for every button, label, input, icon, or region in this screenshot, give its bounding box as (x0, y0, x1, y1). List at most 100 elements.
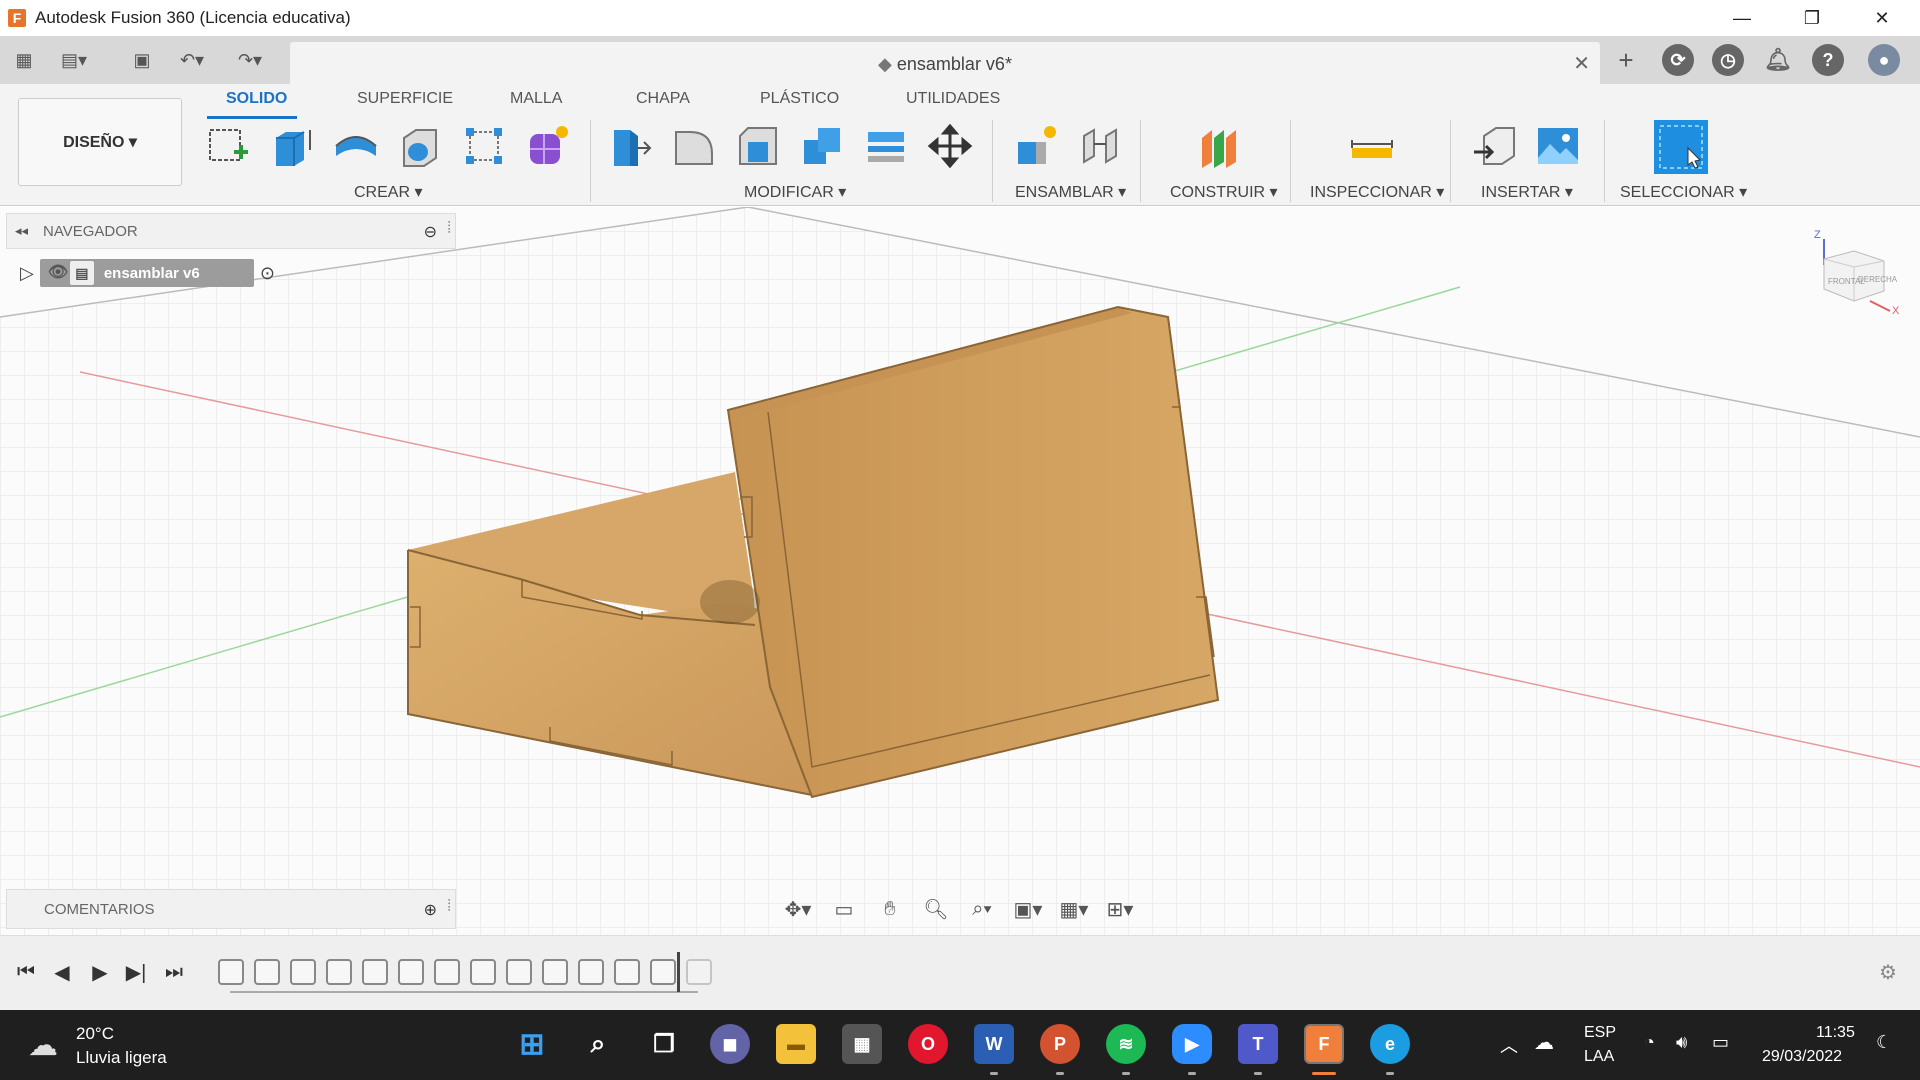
zoom-icon[interactable]: ▶ (1172, 1024, 1212, 1064)
timeline-feature-icon[interactable] (686, 959, 712, 985)
timeline-joint-icon[interactable] (506, 959, 532, 985)
redo-icon[interactable]: ↷▾ (236, 46, 264, 74)
revolve-icon[interactable] (332, 122, 380, 170)
look-at-icon[interactable]: ▭ (826, 895, 862, 923)
move-copy-icon[interactable] (926, 122, 974, 170)
word-icon[interactable]: W (974, 1024, 1014, 1064)
timeline-end-icon[interactable]: ⏭ (160, 958, 188, 986)
chamfer-icon[interactable] (734, 122, 782, 170)
battery-icon[interactable]: ▭ (1712, 1032, 1729, 1053)
maximize-button[interactable]: ❐ (1782, 0, 1842, 36)
close-window-button[interactable]: ✕ (1852, 0, 1912, 36)
tray-chevron-icon[interactable]: ︿ (1500, 1032, 1518, 1058)
group-seleccionar[interactable]: SELECCIONAR ▾ (1620, 182, 1747, 202)
collapse-panel-icon[interactable]: ◂◂ (15, 223, 28, 239)
tab-superficie[interactable]: SUPERFICIE (357, 90, 453, 108)
group-ensamblar[interactable]: ENSAMBLAR ▾ (1015, 182, 1126, 202)
timeline-joint-icon[interactable] (650, 959, 676, 985)
panel-grip-icon[interactable]: ⦙ (447, 220, 451, 238)
panel-grip-icon[interactable]: ⦙ (447, 898, 451, 916)
weather-description[interactable]: Lluvia ligera (76, 1048, 167, 1068)
activate-radio-icon[interactable]: ⊙ (260, 263, 275, 284)
zoom-icon[interactable]: 🔍︎ (918, 895, 954, 923)
start-windows-icon[interactable]: ⊞ (512, 1024, 552, 1064)
orbit-icon[interactable]: ✥▾ (780, 895, 816, 923)
extrude-icon[interactable] (268, 122, 316, 170)
3d-scene[interactable] (0, 207, 1920, 935)
spotify-icon[interactable]: ≋ (1106, 1024, 1146, 1064)
grid-settings-icon[interactable]: ▦▾ (1056, 895, 1092, 923)
timeline-feature-icon[interactable] (614, 959, 640, 985)
timeline-feature-icon[interactable] (218, 959, 244, 985)
input-language[interactable]: ESP (1584, 1024, 1616, 1042)
fit-zoom-icon[interactable]: ⌕▾ (964, 895, 1000, 923)
timeline-joint-icon[interactable] (362, 959, 388, 985)
timeline-marker[interactable] (677, 952, 680, 992)
timeline-play-icon[interactable]: ▶ (86, 958, 114, 986)
volume-icon[interactable]: 🔊︎ (1676, 1032, 1687, 1053)
timeline-feature-icon[interactable] (254, 959, 280, 985)
minimize-button[interactable]: — (1712, 0, 1772, 36)
input-layout[interactable]: LAA (1584, 1048, 1614, 1066)
timeline-feature-icon[interactable] (326, 959, 352, 985)
timeline-joint-icon[interactable] (578, 959, 604, 985)
expand-triangle-icon[interactable]: ▷ (20, 263, 34, 284)
create-sketch-icon[interactable] (204, 122, 252, 170)
shell-icon[interactable] (396, 122, 444, 170)
tab-solido[interactable]: SOLIDO (226, 90, 287, 108)
help-icon[interactable]: ? (1812, 44, 1844, 76)
new-component-icon[interactable] (1012, 122, 1060, 170)
navigator-tree-row[interactable]: ▷ 👁︎ ▤ ensamblar v6 ⊙ (20, 258, 275, 288)
teams-chat-icon[interactable]: ◼ (710, 1024, 750, 1064)
viewports-icon[interactable]: ⊞▾ (1102, 895, 1138, 923)
fillet-icon[interactable] (670, 122, 718, 170)
group-crear[interactable]: CREAR ▾ (354, 182, 422, 202)
pattern-icon[interactable] (460, 122, 508, 170)
data-panel-grid-icon[interactable]: ▦ (10, 46, 38, 74)
teams-icon[interactable]: T (1238, 1024, 1278, 1064)
task-view-icon[interactable]: ❐ (644, 1024, 684, 1064)
wifi-icon[interactable]: ◔ (1644, 1032, 1655, 1053)
navigator-panel-header[interactable]: ◂◂ NAVEGADOR ⊖ ⦙ (6, 213, 456, 249)
add-comment-icon[interactable]: ⊕ (424, 900, 437, 920)
weather-temperature[interactable]: 20°C (76, 1024, 114, 1044)
search-icon[interactable]: ⌕ (578, 1024, 618, 1064)
powerpoint-icon[interactable]: P (1040, 1024, 1080, 1064)
focus-moon-icon[interactable]: ☾ (1876, 1032, 1892, 1053)
timeline-start-icon[interactable]: ⏮ (12, 958, 40, 986)
weather-cloud-icon[interactable]: ☁ (28, 1028, 58, 1063)
tab-chapa[interactable]: CHAPA (636, 90, 690, 108)
navigator-root-node[interactable]: 👁︎ ▤ ensamblar v6 (39, 259, 254, 287)
clock-date[interactable]: 29/03/2022 (1762, 1048, 1842, 1066)
insert-canvas-icon[interactable] (1534, 122, 1582, 170)
viewcube[interactable]: Z X FRONTAL DERECHA (1810, 229, 1900, 319)
pan-hand-icon[interactable]: ✋︎ (872, 895, 908, 923)
comments-panel[interactable]: COMENTARIOS ⊕ ⦙ (6, 889, 456, 929)
timeline-step-forward-icon[interactable]: ▶| (122, 958, 150, 986)
joint-icon[interactable] (1076, 122, 1124, 170)
timeline-settings-gear-icon[interactable]: ⚙ (1874, 958, 1902, 986)
user-avatar[interactable]: ● (1868, 44, 1900, 76)
offset-face-icon[interactable] (862, 122, 910, 170)
timeline-feature-icon[interactable] (398, 959, 424, 985)
save-icon[interactable]: ▣ (128, 46, 156, 74)
file-explorer-icon[interactable]: ▬ (776, 1024, 816, 1064)
fusion360-taskbar-icon[interactable]: F (1304, 1024, 1344, 1064)
group-insertar[interactable]: INSERTAR ▾ (1481, 182, 1573, 202)
offset-plane-icon[interactable] (1196, 122, 1244, 170)
press-pull-icon[interactable] (606, 122, 654, 170)
close-document-button[interactable]: ✕ (1573, 51, 1590, 76)
timeline-feature-icon[interactable] (470, 959, 496, 985)
calculator-icon[interactable]: ▦ (842, 1024, 882, 1064)
group-construir[interactable]: CONSTRUIR ▾ (1170, 182, 1278, 202)
notifications-bell-icon[interactable]: 🔔︎ (1762, 44, 1794, 76)
timeline-step-back-icon[interactable]: ◀ (48, 958, 76, 986)
navigator-toggle-icon[interactable]: ⊖ (424, 222, 437, 242)
tab-utilidades[interactable]: UTILIDADES (906, 90, 1000, 108)
canvas-viewport[interactable]: Z X FRONTAL DERECHA (0, 207, 1920, 935)
edge-icon[interactable]: e (1370, 1024, 1410, 1064)
select-icon[interactable] (1652, 118, 1710, 176)
opera-icon[interactable]: O (908, 1024, 948, 1064)
display-settings-icon[interactable]: ▣▾ (1010, 895, 1046, 923)
onedrive-cloud-icon[interactable]: ☁ (1534, 1030, 1554, 1055)
